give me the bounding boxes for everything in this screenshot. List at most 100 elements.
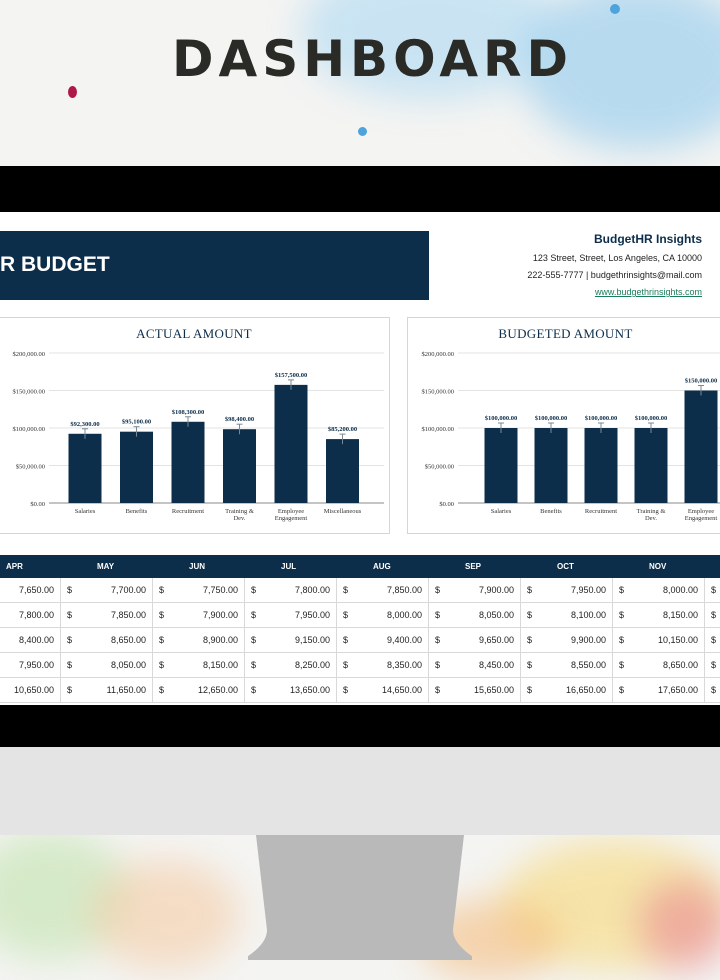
column-header[interactable]: APR [6,555,23,578]
table-cell[interactable]: $7,700.00 [60,578,152,602]
data-label: $98,400.00 [225,416,254,423]
table-cell[interactable]: $8,350.00 [336,653,428,677]
budgeted-amount-chart: BUDGETED AMOUNT $0.00 $50,000.00 $100,000.… [407,317,720,534]
cell-value: 8,250.00 [294,660,330,670]
data-label: $108,300.00 [172,409,205,416]
table-cell[interactable]: $10,150.00 [612,628,704,652]
table-cell[interactable]: $14,650.00 [336,678,428,702]
table-cell[interactable]: $7,800.00 [244,578,336,602]
title-bar: R BUDGET [0,231,429,300]
table-cell[interactable]: $7,750.00 [152,578,244,602]
company-website-link[interactable]: www.budgethrinsights.com [527,287,702,297]
company-name: BudgetHR Insights [594,232,702,246]
currency-symbol: $ [619,635,625,645]
currency-symbol: $ [435,610,441,620]
cell-value: 8,550.00 [570,660,606,670]
table-cell[interactable]: 7,950.00 [0,653,60,677]
table-cell[interactable]: $12,650.00 [152,678,244,702]
table-body: 7,650.00 $7,700.00 $7,750.00 $7,800.00 $7,85… [0,578,720,703]
table-cell[interactable]: 7,800.00 [0,603,60,627]
x-tick-label: Employee [278,508,304,515]
cell-value: 8,150.00 [662,610,698,620]
currency-symbol: $ [619,585,625,595]
table-cell[interactable]: $8,000.00 [612,578,704,602]
table-row: 7,650.00 $7,700.00 $7,750.00 $7,800.00 $7,85… [0,578,720,603]
currency-symbol: $ [527,610,533,620]
table-cell[interactable]: $7,850.00 [60,603,152,627]
table-cell[interactable]: 10,650.00 [0,678,60,702]
y-tick-label: $100,000.00 [13,426,46,433]
table-cell[interactable]: $ [704,578,720,602]
currency-symbol: $ [619,660,625,670]
y-tick-label: $50,000.00 [16,464,45,471]
currency-symbol: $ [619,685,625,695]
bar [684,390,718,503]
table-cell[interactable]: $8,250.00 [244,653,336,677]
table-cell[interactable]: $8,100.00 [520,603,612,627]
table-cell[interactable]: $8,650.00 [612,653,704,677]
company-address: 123 Street, Street, Los Angeles, CA 1000… [532,253,702,263]
monitor-chin [0,747,720,835]
cell-value: 8,050.00 [478,610,514,620]
currency-symbol: $ [159,685,165,695]
table-cell[interactable]: $16,650.00 [520,678,612,702]
currency-symbol: $ [343,685,349,695]
table-cell[interactable]: $11,650.00 [60,678,152,702]
data-label: $100,000.00 [635,415,668,422]
column-header[interactable]: MAY [97,555,114,578]
monitor-stand [248,835,472,960]
cell-value: 8,000.00 [386,610,422,620]
column-header[interactable]: NOV [649,555,666,578]
currency-symbol: $ [67,610,73,620]
cell-value: 9,150.00 [294,635,330,645]
table-cell[interactable]: $9,400.00 [336,628,428,652]
column-header[interactable]: OCT [557,555,574,578]
table-cell[interactable]: 7,650.00 [0,578,60,602]
table-cell[interactable]: $ [704,628,720,652]
table-header: APR MAY JUN JUL AUG SEP OCT NOV [0,555,720,578]
table-cell[interactable]: $7,950.00 [520,578,612,602]
table-cell[interactable]: $17,650.00 [612,678,704,702]
table-cell[interactable]: $8,050.00 [60,653,152,677]
table-cell[interactable]: $8,150.00 [152,653,244,677]
column-header[interactable]: SEP [465,555,481,578]
table-cell[interactable]: $8,450.00 [428,653,520,677]
table-cell[interactable]: $7,850.00 [336,578,428,602]
currency-symbol: $ [251,635,257,645]
table-cell[interactable]: $8,000.00 [336,603,428,627]
column-header[interactable]: JUL [281,555,296,578]
cell-value: 9,900.00 [570,635,606,645]
bar [484,428,518,503]
cell-value: 7,850.00 [386,585,422,595]
table-cell[interactable]: $8,650.00 [60,628,152,652]
table-cell[interactable]: $13,650.00 [244,678,336,702]
bar [274,384,308,503]
x-tick-label: Training & [225,508,254,515]
table-cell[interactable]: $ [704,603,720,627]
table-cell[interactable]: $8,050.00 [428,603,520,627]
currency-symbol: $ [159,660,165,670]
table-cell[interactable]: $9,900.00 [520,628,612,652]
table-cell[interactable]: $9,650.00 [428,628,520,652]
table-cell[interactable]: $7,900.00 [428,578,520,602]
monitor-bezel-top [0,166,720,212]
column-header[interactable]: JUN [189,555,205,578]
actual-amount-chart: ACTUAL AMOUNT $0.00 $50,000.00 $100,000.00… [0,317,390,534]
table-cell[interactable]: $8,550.00 [520,653,612,677]
table-cell[interactable]: $ [704,678,720,702]
table-cell[interactable]: $8,900.00 [152,628,244,652]
x-tick-label: Training & [637,508,666,515]
column-header[interactable]: AUG [373,555,391,578]
table-cell[interactable]: $7,900.00 [152,603,244,627]
table-cell[interactable]: $9,150.00 [244,628,336,652]
currency-symbol: $ [251,610,257,620]
cell-value: 7,800.00 [294,585,330,595]
cell-value: 8,650.00 [662,660,698,670]
table-cell[interactable]: $8,150.00 [612,603,704,627]
table-cell[interactable]: $7,950.00 [244,603,336,627]
table-cell[interactable]: $ [704,653,720,677]
table-cell[interactable]: $15,650.00 [428,678,520,702]
data-label: $100,000.00 [585,415,618,422]
cell-value: 7,950.00 [294,610,330,620]
table-cell[interactable]: 8,400.00 [0,628,60,652]
